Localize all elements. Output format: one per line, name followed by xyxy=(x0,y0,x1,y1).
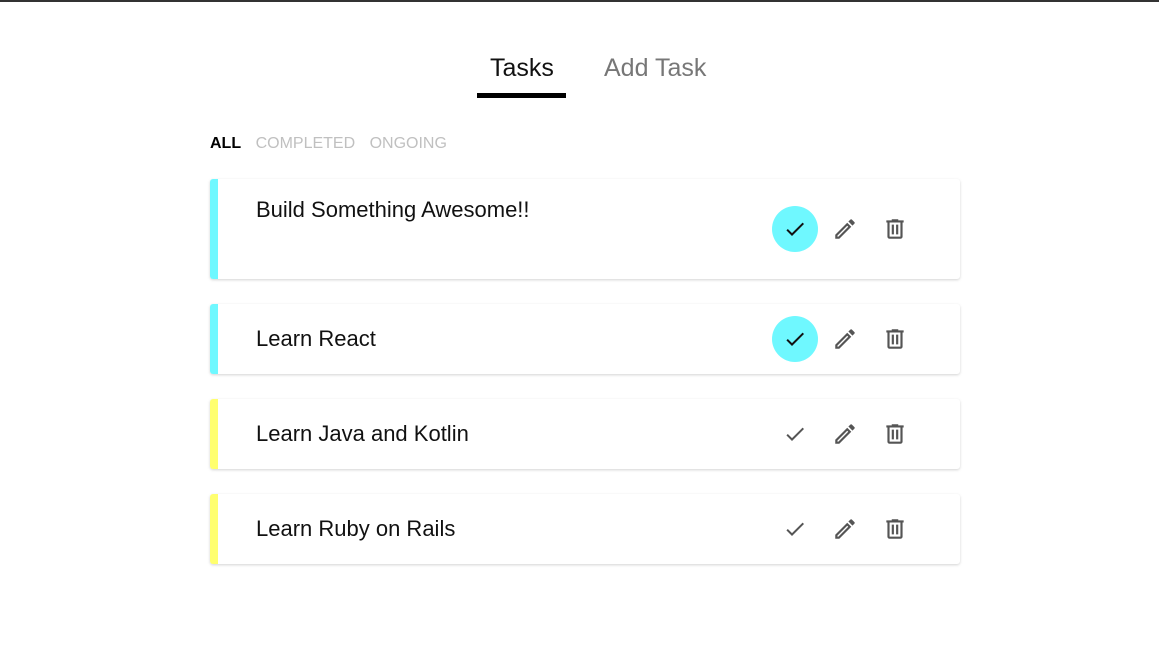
task-title: Learn Ruby on Rails xyxy=(256,516,456,541)
task-list: Build Something Awesome!! Learn React Le… xyxy=(210,179,960,589)
task-card: Learn React xyxy=(210,304,960,374)
task-actions xyxy=(772,206,912,252)
filter-all[interactable]: ALL xyxy=(210,135,241,153)
tab-tasks[interactable]: Tasks xyxy=(490,54,554,82)
task-title: Build Something Awesome!! xyxy=(256,197,530,222)
delete-button[interactable] xyxy=(872,506,918,552)
trash-icon xyxy=(882,516,908,542)
trash-icon xyxy=(882,421,908,447)
filter-bar: ALL COMPLETED ONGOING xyxy=(210,135,457,153)
task-title: Learn Java and Kotlin xyxy=(256,421,469,446)
trash-icon xyxy=(882,326,908,352)
check-icon xyxy=(783,422,807,446)
check-icon xyxy=(783,327,807,351)
task-status-stripe xyxy=(210,399,218,469)
delete-button[interactable] xyxy=(872,411,918,457)
delete-button[interactable] xyxy=(872,316,918,362)
tab-bar: Tasks Add Task xyxy=(0,40,1159,100)
edit-button[interactable] xyxy=(822,206,868,252)
pencil-icon xyxy=(832,216,858,242)
task-status-stripe xyxy=(210,179,218,279)
task-card: Build Something Awesome!! xyxy=(210,179,960,279)
filter-ongoing[interactable]: ONGOING xyxy=(370,135,447,153)
edit-button[interactable] xyxy=(822,506,868,552)
task-card: Learn Ruby on Rails xyxy=(210,494,960,564)
tab-add-task[interactable]: Add Task xyxy=(604,54,706,82)
pencil-icon xyxy=(832,516,858,542)
task-card: Learn Java and Kotlin xyxy=(210,399,960,469)
complete-button[interactable] xyxy=(772,506,818,552)
task-actions xyxy=(772,411,912,457)
task-status-stripe xyxy=(210,304,218,374)
edit-button[interactable] xyxy=(822,316,868,362)
task-actions xyxy=(772,316,912,362)
pencil-icon xyxy=(832,326,858,352)
filter-completed[interactable]: COMPLETED xyxy=(256,135,356,153)
trash-icon xyxy=(882,216,908,242)
check-icon xyxy=(783,517,807,541)
edit-button[interactable] xyxy=(822,411,868,457)
pencil-icon xyxy=(832,421,858,447)
active-tab-indicator xyxy=(477,93,566,98)
top-border xyxy=(0,0,1159,2)
complete-button[interactable] xyxy=(772,316,818,362)
delete-button[interactable] xyxy=(872,206,918,252)
check-icon xyxy=(783,217,807,241)
complete-button[interactable] xyxy=(772,206,818,252)
task-status-stripe xyxy=(210,494,218,564)
task-actions xyxy=(772,506,912,552)
complete-button[interactable] xyxy=(772,411,818,457)
task-title: Learn React xyxy=(256,326,376,351)
